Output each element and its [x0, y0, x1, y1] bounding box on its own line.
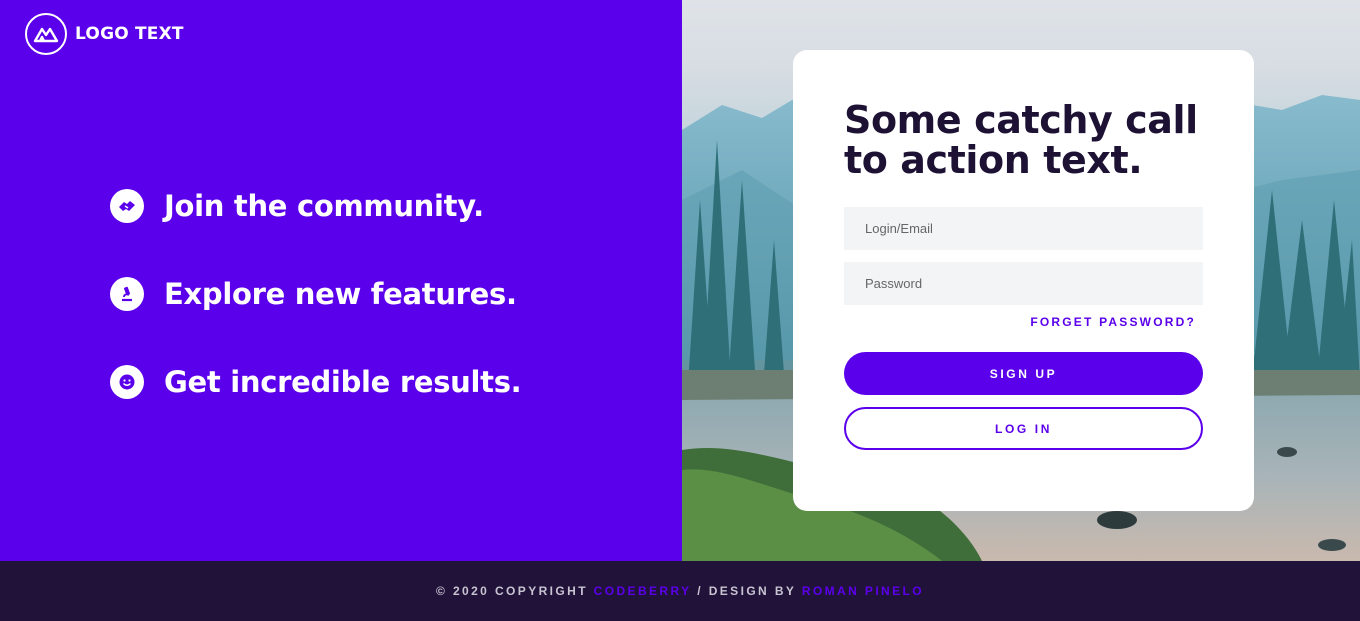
left-panel: LOGO TEXT Join the community. Explore ne… — [0, 0, 682, 561]
card-title: Some catchy call to action text. — [844, 98, 1198, 182]
feature-label: Join the community. — [164, 189, 484, 223]
copyright-text: © 2020 COPYRIGHT — [435, 584, 594, 598]
feature-item: Get incredible results. — [110, 362, 522, 402]
email-field[interactable] — [844, 207, 1203, 250]
design-by-text: / DESIGN BY — [691, 584, 802, 598]
feature-label: Get incredible results. — [164, 365, 522, 399]
codeberry-link[interactable]: CODEBERRY — [594, 584, 692, 598]
footer: © 2020 COPYRIGHT CODEBERRY / DESIGN BY R… — [0, 561, 1360, 621]
feature-list: Join the community. Explore new features… — [110, 186, 522, 450]
handshake-icon — [110, 189, 144, 223]
microscope-icon — [110, 277, 144, 311]
password-field[interactable] — [844, 262, 1203, 305]
login-card: Some catchy call to action text. FORGET … — [793, 50, 1254, 511]
smile-icon — [110, 365, 144, 399]
sign-up-button[interactable]: SIGN UP — [844, 352, 1203, 395]
forget-password-link[interactable]: FORGET PASSWORD? — [793, 315, 1196, 329]
feature-label: Explore new features. — [164, 277, 517, 311]
feature-item: Join the community. — [110, 186, 521, 226]
designer-link[interactable]: ROMAN PINELO — [802, 584, 924, 598]
logo-text: LOGO TEXT — [75, 24, 184, 44]
mountain-logo-icon — [25, 13, 67, 55]
feature-item: Explore new features. — [110, 274, 521, 314]
log-in-button[interactable]: LOG IN — [844, 407, 1203, 450]
logo[interactable]: LOGO TEXT — [25, 13, 184, 55]
